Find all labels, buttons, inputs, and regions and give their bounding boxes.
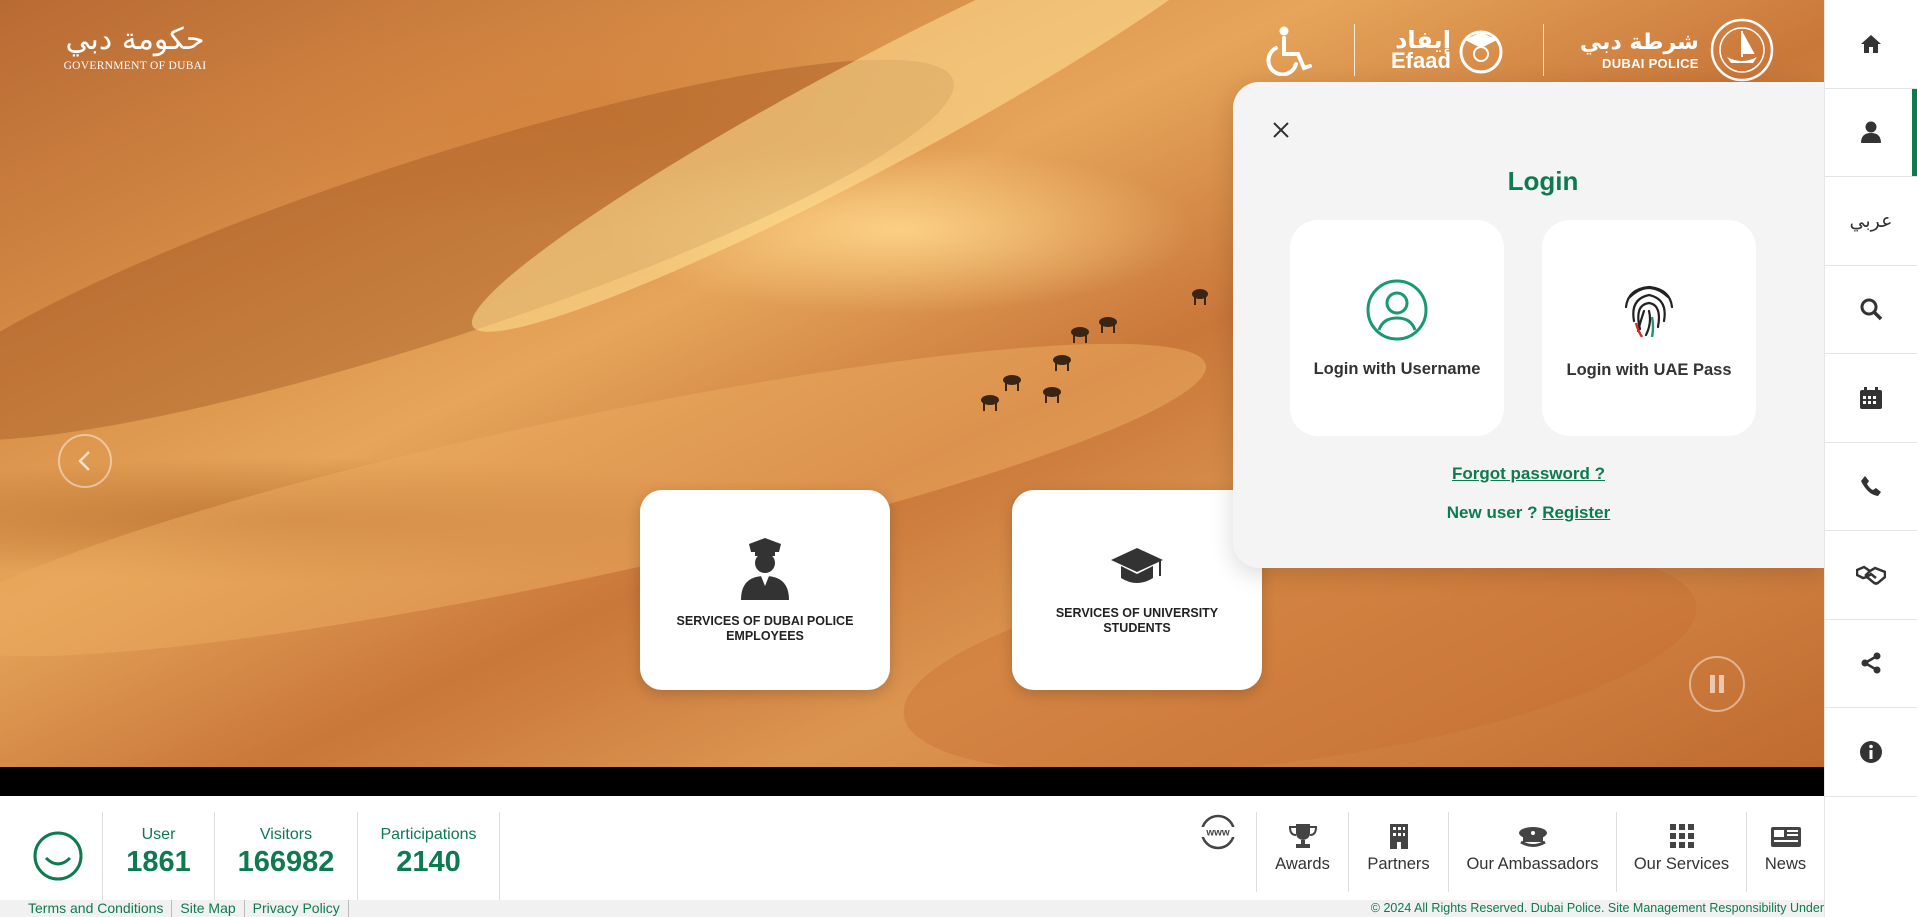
close-icon <box>1273 122 1289 138</box>
sidebar-item-contact[interactable] <box>1825 443 1917 531</box>
building-icon <box>1389 824 1408 849</box>
footer-bar: Terms and Conditions Site Map Privacy Po… <box>0 900 1824 917</box>
phone-icon <box>1861 476 1881 497</box>
graduation-cap-icon <box>1111 548 1163 583</box>
copyright-text: © 2024 All Rights Reserved. Dubai Police… <box>1370 901 1824 915</box>
carousel-pause-button[interactable] <box>1689 656 1745 712</box>
stats-bar: User 1861 Visitors 166982 Participations… <box>0 796 1824 900</box>
police-logo-english: DUBAI POLICE <box>1602 55 1699 71</box>
login-option-label: Login with UAE Pass <box>1566 360 1732 379</box>
login-with-uae-pass-button[interactable]: Login with UAE Pass <box>1542 220 1756 436</box>
user-icon <box>1861 121 1881 144</box>
sidebar-item-search[interactable] <box>1825 266 1917 354</box>
right-sidebar: عربي <box>1824 0 1917 917</box>
accessibility-icon[interactable] <box>1262 22 1318 78</box>
login-option-label: Login with Username <box>1313 359 1481 378</box>
sidebar-item-calendar[interactable] <box>1825 354 1917 443</box>
efaad-logo-english: Efaad <box>1391 48 1451 73</box>
smiley-feedback-icon[interactable] <box>32 830 84 882</box>
quick-link-ambassadors[interactable]: Our Ambassadors <box>1448 812 1616 892</box>
forgot-password-link[interactable]: Forgot password ? <box>1452 464 1605 483</box>
quick-link-label: Awards <box>1275 855 1330 873</box>
login-panel: Login Login with Username Login with UAE… <box>1233 82 1824 568</box>
stat-label: Participations <box>380 826 477 843</box>
efaad-emblem-icon <box>1459 30 1503 74</box>
camels-illustration <box>981 317 1117 411</box>
footer-links: Terms and Conditions Site Map Privacy Po… <box>20 900 349 917</box>
hero-bottom-band <box>0 767 1824 796</box>
dubai-police-logo[interactable]: شرطة دبي DUBAI POLICE <box>1580 17 1775 83</box>
police-employees-services-card[interactable]: SERVICES OF DUBAI POLICE EMPLOYEES <box>640 490 890 690</box>
quick-link-partners[interactable]: Partners <box>1348 812 1448 892</box>
quick-link-label: Partners <box>1367 855 1430 873</box>
stat-value: 166982 <box>237 846 335 878</box>
trophy-icon <box>1288 824 1317 848</box>
login-title: Login <box>1507 166 1579 196</box>
efaad-logo[interactable]: إيفاد Efaad <box>1391 24 1507 76</box>
stat-visitors: Visitors 166982 <box>214 812 357 900</box>
stat-users: User 1861 <box>102 812 214 900</box>
language-toggle-label: عربي <box>1849 209 1893 232</box>
quick-link-label: Our Ambassadors <box>1466 855 1599 873</box>
gov-logo-english: GOVERNMENT OF DUBAI <box>63 60 207 72</box>
header-divider <box>1542 24 1544 76</box>
fingerprint-icon <box>1624 285 1674 338</box>
share-icon <box>1861 652 1881 674</box>
register-link[interactable]: Register <box>1542 503 1610 522</box>
stat-value: 2140 <box>396 846 461 878</box>
police-officer-icon <box>741 538 789 600</box>
quick-link-label: Our Services <box>1633 855 1730 873</box>
close-login-button[interactable] <box>1267 116 1295 144</box>
new-user-text: New user ? <box>1446 503 1538 522</box>
footer-link-privacy[interactable]: Privacy Policy <box>245 900 349 917</box>
www-globe-icon[interactable]: www <box>1199 814 1237 850</box>
stat-label: User <box>141 826 176 843</box>
user-circle-icon <box>1366 279 1428 340</box>
quick-link-awards[interactable]: Awards <box>1256 812 1348 892</box>
sidebar-item-account[interactable] <box>1825 88 1917 177</box>
police-logo-arabic: شرطة دبي <box>1579 29 1699 55</box>
login-with-username-button[interactable]: Login with Username <box>1290 220 1504 436</box>
chevron-left-icon <box>78 451 90 471</box>
forgot-password-row: Forgot password ? <box>1233 464 1824 484</box>
gov-logo-arabic: حكومة دبي <box>65 22 205 57</box>
header-divider <box>1354 24 1355 76</box>
government-of-dubai-logo[interactable]: حكومة دبي GOVERNMENT OF DUBAI <box>60 20 210 72</box>
info-icon <box>1860 740 1882 763</box>
search-icon <box>1860 298 1883 321</box>
home-icon <box>1861 34 1881 53</box>
quick-link-news[interactable]: News <box>1746 812 1824 892</box>
dubai-police-emblem-icon <box>1710 18 1774 82</box>
register-row: New user ? Register <box>1233 503 1824 523</box>
handshake-icon <box>1856 565 1886 585</box>
sidebar-item-share[interactable] <box>1825 620 1917 708</box>
www-label: www <box>1205 828 1230 839</box>
newspaper-icon <box>1770 827 1801 847</box>
university-students-services-card[interactable]: SERVICES OF UNIVERSITY STUDENTS <box>1012 490 1262 690</box>
service-card-label: SERVICES OF DUBAI POLICE EMPLOYEES <box>676 614 854 643</box>
pause-icon <box>1710 675 1724 693</box>
officer-cap-icon <box>1518 827 1547 847</box>
sidebar-item-partnership[interactable] <box>1825 531 1917 620</box>
sidebar-item-language[interactable]: عربي <box>1825 177 1917 266</box>
stat-label: Visitors <box>259 826 313 843</box>
grid-icon <box>1669 824 1694 848</box>
stat-participations: Participations 2140 <box>357 812 500 900</box>
sidebar-item-info[interactable] <box>1825 708 1917 797</box>
footer-link-terms[interactable]: Terms and Conditions <box>20 900 173 917</box>
header-logos: إيفاد Efaad شرطة دبي DUBAI POLICE <box>1262 18 1775 82</box>
service-card-label: SERVICES OF UNIVERSITY STUDENTS <box>1055 606 1219 635</box>
sidebar-item-home[interactable] <box>1825 0 1917 89</box>
calendar-icon <box>1860 386 1882 409</box>
carousel-prev-button[interactable] <box>58 434 112 488</box>
footer-link-sitemap[interactable]: Site Map <box>172 900 245 917</box>
stat-value: 1861 <box>126 846 191 878</box>
quick-link-label: News <box>1764 855 1807 873</box>
quick-link-our-services[interactable]: Our Services <box>1616 812 1746 892</box>
